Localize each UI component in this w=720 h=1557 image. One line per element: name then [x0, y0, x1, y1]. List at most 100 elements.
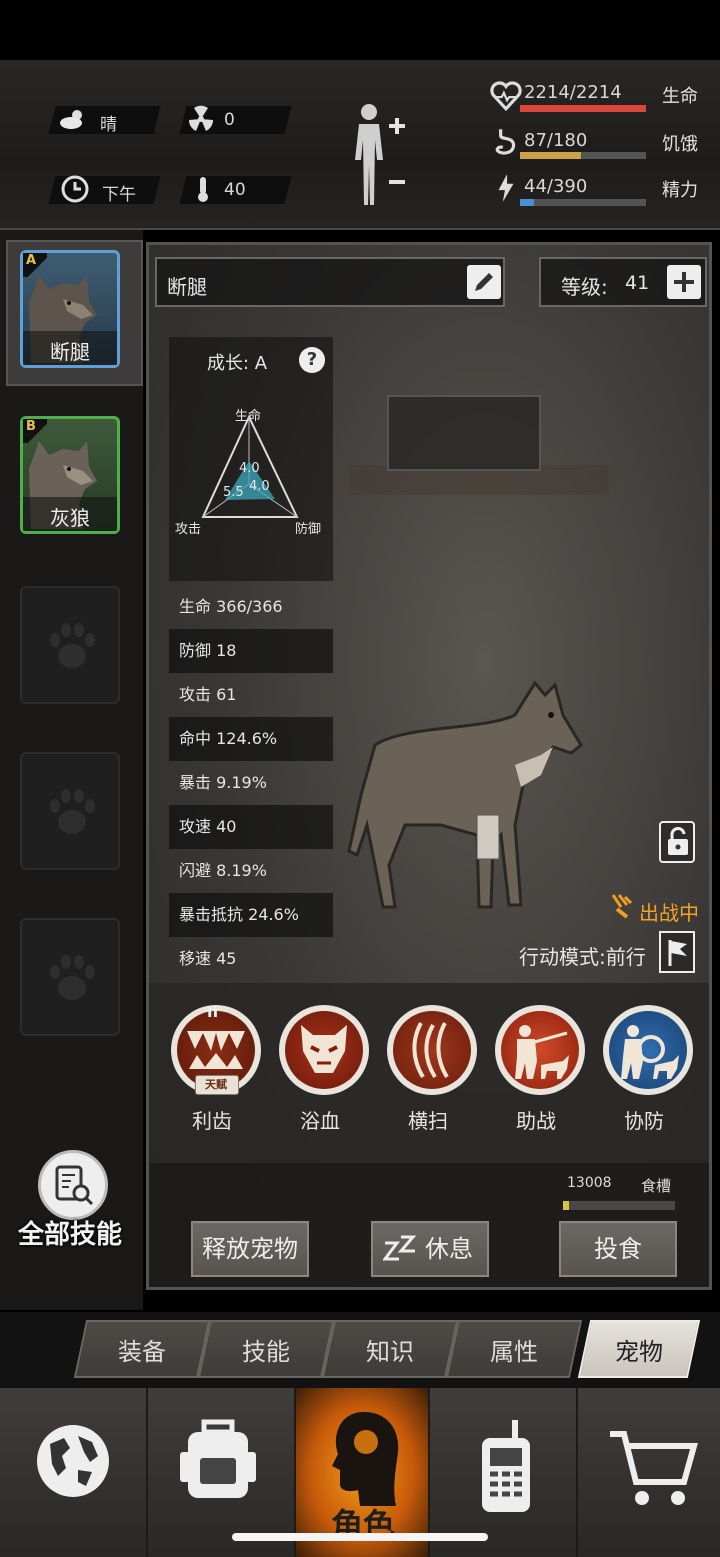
- weather-value: 晴: [100, 115, 117, 135]
- skill-bloodbath[interactable]: [279, 1005, 369, 1095]
- lock-button[interactable]: [659, 821, 695, 863]
- growth-label: 成长: A: [207, 353, 268, 374]
- hunter-with-dog-icon: [515, 1025, 569, 1079]
- radar-top-label: 生命: [235, 409, 262, 424]
- wolf-illustration: [347, 680, 583, 909]
- claw-marks-icon: [412, 1022, 449, 1079]
- radiation-icon: [188, 105, 214, 131]
- unlocked-padlock-icon: [668, 827, 688, 855]
- document-search-icon: [55, 1165, 94, 1206]
- health-bar: [520, 105, 646, 112]
- pet-slot-empty-3[interactable]: [20, 918, 120, 1036]
- pencil-icon: [475, 273, 493, 291]
- rest-button[interactable]: 休息: [371, 1221, 489, 1277]
- pet-slot-empty-2[interactable]: [20, 752, 120, 870]
- energy-bar: [520, 199, 646, 206]
- pet-slot-1[interactable]: A 断腿: [20, 250, 120, 368]
- release-pet-button[interactable]: 释放宠物: [191, 1221, 309, 1277]
- rename-button[interactable]: [467, 265, 501, 299]
- radiation-value: 0: [224, 110, 235, 130]
- fangs-icon: [187, 1031, 245, 1069]
- help-icon[interactable]: ?: [299, 347, 325, 373]
- nav-character-active[interactable]: 角色: [296, 1388, 430, 1557]
- stat-row: 攻速 40: [169, 805, 333, 849]
- talent-badge-text: 天赋: [205, 1078, 227, 1091]
- stat-row: 攻击 61: [179, 685, 237, 704]
- paw-print-icon: [50, 789, 95, 834]
- globe-icon: [37, 1425, 109, 1497]
- pet-name-bar: 断腿: [155, 257, 505, 307]
- hunger-bar: [520, 152, 646, 159]
- radar-hp-value: 4.0: [239, 461, 260, 476]
- stat-row: 暴击抵抗 24.6%: [169, 893, 333, 937]
- category-tabs: 装备 技能 知识 属性 宠物: [0, 1312, 720, 1388]
- health-label: 生命: [662, 86, 698, 107]
- sun-cloud-icon: [60, 110, 82, 129]
- food-label: 食槽: [641, 1177, 672, 1195]
- home-indicator: [232, 1533, 488, 1541]
- nav-backpack[interactable]: [148, 1388, 296, 1557]
- stat-row: 暴击 9.19%: [179, 773, 267, 792]
- tab-label: 宠物: [615, 1338, 663, 1366]
- level-label: 等级:: [561, 275, 608, 299]
- stat-row: 闪避 8.19%: [179, 861, 267, 880]
- tab-label: 知识: [366, 1338, 414, 1366]
- energy-label: 精力: [662, 180, 698, 201]
- skill-guard[interactable]: [603, 1005, 693, 1095]
- action-mode-label: 行动模式:前行: [519, 945, 646, 969]
- nav-shop[interactable]: [578, 1388, 720, 1557]
- sleep-zz-icon: [383, 1235, 417, 1261]
- bottom-navigation: 角色: [0, 1388, 720, 1557]
- head-profile-icon: [332, 1412, 399, 1506]
- tab-label: 装备: [118, 1338, 166, 1366]
- pet-grade: A: [26, 253, 37, 268]
- character-body-icon[interactable]: [345, 100, 420, 210]
- tab-label: 属性: [490, 1338, 538, 1366]
- backdrop-radio: [387, 395, 541, 471]
- pet-detail-panel: 断腿 等级: 41 成长: A ? 生命 攻击 防御 4.0 5.5 4.0 生…: [146, 242, 712, 1290]
- pet-name: 灰狼: [50, 506, 90, 530]
- pet-slot-2[interactable]: B 灰狼: [20, 416, 120, 534]
- food-bar: [563, 1201, 675, 1210]
- battle-status: 出战中: [639, 901, 699, 925]
- skill-rank: II: [207, 1003, 219, 1021]
- radar-right-label: 防御: [295, 522, 322, 537]
- nav-radio[interactable]: [430, 1388, 578, 1557]
- all-skills-button[interactable]: [38, 1150, 108, 1220]
- flag-icon: [668, 940, 687, 966]
- nav-map[interactable]: [0, 1388, 148, 1557]
- pet-name: 断腿: [50, 340, 90, 364]
- shopping-cart-icon: [610, 1431, 698, 1505]
- hud-panel: 晴 0 下午 40 2214/2214 生命 87/180 饥饿 44/390 …: [0, 60, 720, 230]
- skill-assist[interactable]: [495, 1005, 585, 1095]
- pet-sidebar: A 断腿 B 灰狼 全部技能: [0, 230, 143, 1310]
- level-up-button[interactable]: [667, 265, 701, 299]
- pet-name-text: 断腿: [167, 275, 207, 299]
- skill-label: 助战: [516, 1109, 556, 1133]
- time-value: 下午: [102, 185, 136, 205]
- stomach-icon: [495, 129, 516, 155]
- energy-text: 44/390: [524, 176, 588, 197]
- energy-icon: [498, 174, 514, 202]
- paw-print-icon: [50, 623, 95, 668]
- tab-label: 技能: [242, 1338, 290, 1366]
- stat-row: 防御 18: [169, 629, 333, 673]
- skill-fangs[interactable]: II 天赋: [171, 1003, 261, 1095]
- skill-sweep[interactable]: [387, 1005, 477, 1095]
- food-value: 13008: [567, 1175, 612, 1191]
- skill-label: 浴血: [300, 1109, 340, 1133]
- claw-icon: [611, 894, 633, 919]
- beast-face-icon: [301, 1025, 347, 1073]
- radar-def-value: 4.0: [249, 479, 270, 494]
- level-value: 41: [625, 272, 650, 294]
- radar-atk-value: 5.5: [223, 485, 244, 500]
- action-mode-button[interactable]: [659, 931, 695, 973]
- skill-label: 利齿: [192, 1109, 232, 1133]
- stat-row: 命中 124.6%: [169, 717, 333, 761]
- stat-row: 移速 45: [179, 949, 237, 968]
- pet-slot-empty-1[interactable]: [20, 586, 120, 704]
- skill-label: 协防: [624, 1109, 664, 1133]
- level-bar: 等级: 41: [539, 257, 707, 307]
- pet-grade: B: [26, 419, 36, 434]
- feed-button[interactable]: 投食: [559, 1221, 677, 1277]
